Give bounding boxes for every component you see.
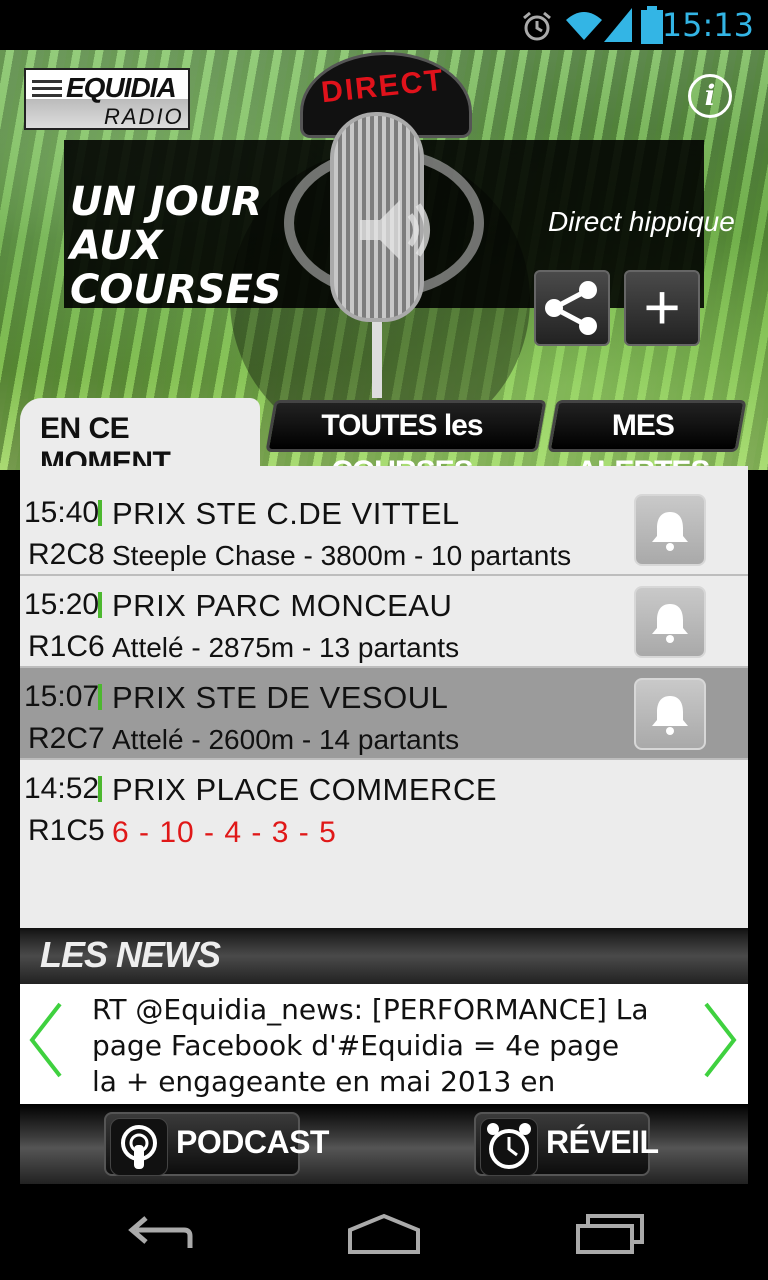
news-next-arrow-icon[interactable] xyxy=(700,1000,740,1080)
add-button[interactable]: + xyxy=(624,270,700,346)
program-title: UN JOUR AUX COURSES xyxy=(70,179,282,313)
home-icon[interactable] xyxy=(346,1212,422,1256)
alert-button[interactable] xyxy=(634,586,706,658)
race-time: 15:40 xyxy=(24,496,100,529)
race-row-selected[interactable]: 15:07 R2C7 PRIX STE DE VESOUL Attelé - 2… xyxy=(20,668,748,760)
info-button[interactable]: i xyxy=(688,74,732,118)
play-sound-icon xyxy=(360,200,430,260)
race-list: 15:40 R2C8 PRIX STE C.DE VITTEL Steeple … xyxy=(20,466,748,928)
reveil-label: RÉVEIL xyxy=(546,1124,659,1160)
race-row[interactable]: 15:20 R1C6 PRIX PARC MONCEAU Attelé - 28… xyxy=(20,576,748,668)
share-button[interactable] xyxy=(534,270,610,346)
logo-line1: EQUIDIA xyxy=(66,72,177,103)
news-panel: RT @Equidia_news: [PERFORMANCE] La page … xyxy=(20,984,748,1104)
bell-icon xyxy=(652,604,688,643)
signal-icon xyxy=(604,8,632,42)
race-name: PRIX PLACE COMMERCE xyxy=(112,772,498,807)
bell-icon xyxy=(652,696,688,735)
live-marker xyxy=(98,592,102,618)
race-detail: Attelé - 2600m - 14 partants xyxy=(112,724,460,755)
alarm-clock-icon xyxy=(480,1118,538,1176)
reveil-button[interactable]: RÉVEIL xyxy=(474,1112,659,1176)
status-bar: 15:13 xyxy=(0,0,768,50)
race-time: 14:52 xyxy=(24,772,100,805)
race-row[interactable]: 14:52 R1C5 PRIX PLACE COMMERCE 6 - 10 - … xyxy=(20,760,748,852)
race-detail: Attelé - 2875m - 13 partants xyxy=(112,632,460,663)
race-time: 15:07 xyxy=(24,680,100,713)
equidia-radio-logo: EQUIDIA RADIO xyxy=(24,68,190,130)
plus-icon: + xyxy=(643,271,681,343)
back-icon[interactable] xyxy=(124,1212,196,1256)
podcast-icon xyxy=(110,1118,168,1176)
news-header: LES NEWS xyxy=(20,928,748,984)
race-name: PRIX PARC MONCEAU xyxy=(112,588,453,623)
share-icon xyxy=(545,281,597,335)
race-code: R2C7 xyxy=(28,722,105,755)
program-subtitle: Direct hippique xyxy=(548,206,735,237)
live-marker xyxy=(98,500,102,526)
battery-icon xyxy=(641,6,663,44)
race-name: PRIX STE C.DE VITTEL xyxy=(112,496,460,531)
race-time: 15:20 xyxy=(24,588,100,621)
news-prev-arrow-icon[interactable] xyxy=(26,1000,66,1080)
race-name: PRIX STE DE VESOUL xyxy=(112,680,449,715)
system-navigation-bar xyxy=(0,1184,768,1280)
logo-line2: RADIO xyxy=(104,104,184,129)
status-time: 15:13 xyxy=(661,6,754,44)
tab-mes-alertes[interactable]: MES ALERTES xyxy=(547,400,747,488)
recent-apps-icon[interactable] xyxy=(574,1212,646,1256)
news-text[interactable]: RT @Equidia_news: [PERFORMANCE] La page … xyxy=(92,992,652,1100)
alert-button[interactable] xyxy=(634,494,706,566)
news-heading: LES NEWS xyxy=(40,934,221,975)
logo-speed-lines xyxy=(32,80,62,83)
live-marker xyxy=(98,684,102,710)
race-code: R2C8 xyxy=(28,538,105,571)
podcast-button[interactable]: PODCAST xyxy=(104,1112,329,1176)
wifi-icon xyxy=(566,12,602,40)
tab-en-ce-moment[interactable]: EN CE MOMENT xyxy=(20,398,260,479)
race-code: R1C5 xyxy=(28,814,105,847)
podcast-label: PODCAST xyxy=(176,1124,329,1160)
microphone-stand xyxy=(372,322,382,398)
alert-button[interactable] xyxy=(634,678,706,750)
alarm-icon xyxy=(523,11,551,41)
race-detail: Steeple Chase - 3800m - 10 partants xyxy=(112,540,572,571)
live-marker xyxy=(98,776,102,802)
bell-icon xyxy=(652,512,688,551)
tab-toutes-les-courses[interactable]: TOUTES les COURSES xyxy=(265,400,547,488)
race-code: R1C6 xyxy=(28,630,105,663)
race-row[interactable]: 15:40 R2C8 PRIX STE C.DE VITTEL Steeple … xyxy=(20,484,748,576)
race-result: 6 - 10 - 4 - 3 - 5 xyxy=(112,816,337,849)
